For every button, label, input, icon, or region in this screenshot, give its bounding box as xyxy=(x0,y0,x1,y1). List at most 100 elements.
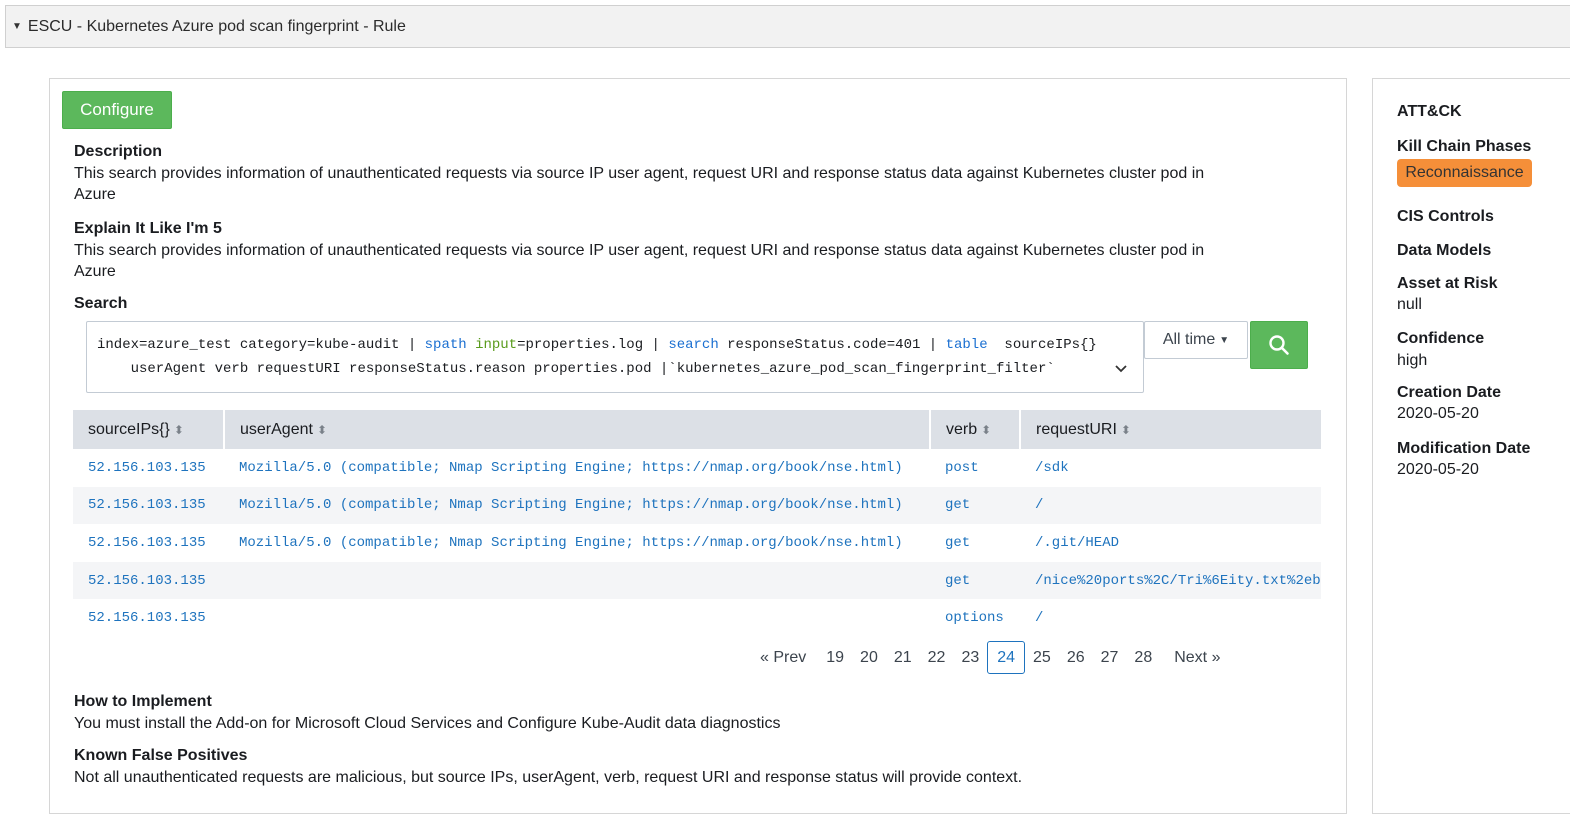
query-command-table: table xyxy=(945,337,988,353)
asset-at-risk-value: null xyxy=(1397,296,1422,313)
page-link[interactable]: 25 xyxy=(1025,641,1059,674)
results-table: sourceIPs{} ⬍ userAgent ⬍ verb ⬍ requestURI… xyxy=(73,410,1321,637)
cell-verb[interactable]: options xyxy=(930,599,1020,637)
panel-title: ESCU - Kubernetes Azure pod scan fingerp… xyxy=(27,17,406,35)
pagination-next[interactable]: Next » xyxy=(1160,641,1228,674)
kill-chain-title: Kill Chain Phases xyxy=(1397,138,1532,155)
cell-sourceip[interactable]: 52.156.103.135 xyxy=(73,561,224,600)
eli5-line-1: This search provides information of unau… xyxy=(74,242,1205,259)
time-range-label: All time xyxy=(1162,331,1216,348)
creation-date-title: Creation Date xyxy=(1397,384,1502,401)
attack-title: ATT&CK xyxy=(1397,103,1462,120)
table-header-row: sourceIPs{} ⬍ userAgent ⬍ verb ⬍ requestURI… xyxy=(73,410,1321,449)
page-link[interactable]: 27 xyxy=(1093,641,1127,674)
query-command-search: search xyxy=(668,337,719,353)
query-text: sourceIPs{} xyxy=(987,337,1097,353)
page-link[interactable]: 23 xyxy=(953,641,987,674)
sort-icon: ⬍ xyxy=(316,422,327,437)
cell-useragent[interactable]: Mozilla/5.0 (compatible; Nmap Scripting … xyxy=(224,449,930,487)
query-command-spath: spath xyxy=(424,337,467,353)
column-header-label: sourceIPs{} xyxy=(88,420,170,438)
cell-useragent[interactable]: Mozilla/5.0 (compatible; Nmap Scripting … xyxy=(224,486,930,525)
cell-requesturi[interactable]: / xyxy=(1020,599,1321,637)
cell-sourceip[interactable]: 52.156.103.135 xyxy=(73,449,224,487)
column-header-sourceips[interactable]: sourceIPs{} ⬍ xyxy=(73,410,225,449)
query-text: responseStatus.code=401 | xyxy=(718,337,946,353)
sort-icon: ⬍ xyxy=(173,422,184,437)
search-icon xyxy=(1269,335,1289,355)
known-false-positives-title: Known False Positives xyxy=(74,747,248,764)
cell-verb[interactable]: get xyxy=(930,561,1020,600)
cell-requesturi[interactable]: /sdk xyxy=(1020,449,1321,487)
query-text: =properties.log | xyxy=(517,337,669,353)
modification-date-value: 2020-05-20 xyxy=(1397,461,1479,478)
column-header-requesturi[interactable]: requestURI ⬍ xyxy=(1020,410,1321,449)
cis-controls-title: CIS Controls xyxy=(1397,208,1494,225)
table-row: 52.156.103.135 Mozilla/5.0 (compatible; … xyxy=(73,486,1321,525)
how-to-implement-title: How to Implement xyxy=(74,693,212,710)
cell-verb[interactable]: get xyxy=(930,524,1020,562)
pagination-prev[interactable]: « Prev xyxy=(752,641,818,674)
how-to-implement-text: You must install the Add-on for Microsof… xyxy=(74,715,781,732)
cell-verb[interactable]: get xyxy=(930,486,1020,525)
cell-useragent[interactable] xyxy=(224,599,930,637)
description-line-2: Azure xyxy=(74,186,116,203)
creation-date-value: 2020-05-20 xyxy=(1397,405,1479,422)
table-row: 52.156.103.135 options / xyxy=(73,599,1321,637)
page-link-active[interactable]: 24 xyxy=(987,641,1026,674)
page-link[interactable]: 19 xyxy=(818,641,852,674)
search-query-line-2: userAgent verb requestURI responseStatus… xyxy=(97,361,1055,377)
description-line-1: This search provides information of unau… xyxy=(74,165,1205,182)
time-range-picker[interactable]: All time ▼ xyxy=(1144,321,1248,359)
search-query-editor[interactable]: index=azure_test category=kube-audit | s… xyxy=(86,321,1144,393)
cell-verb[interactable]: post xyxy=(930,449,1020,487)
confidence-value: high xyxy=(1397,352,1428,369)
page-link[interactable]: 28 xyxy=(1126,641,1160,674)
collapse-caret-icon[interactable]: ▼ xyxy=(12,21,22,32)
known-false-positives-text: Not all unauthenticated requests are mal… xyxy=(74,769,1023,786)
cell-requesturi[interactable]: /nice%20ports%2C/Tri%6Eity.txt%2eb xyxy=(1020,561,1321,600)
page-link[interactable]: 21 xyxy=(886,641,920,674)
cell-useragent[interactable] xyxy=(224,561,930,600)
pagination: « Prev 19 20 21 22 23 24 25 26 27 28 Nex… xyxy=(752,641,1228,674)
eli5-line-2: Azure xyxy=(74,263,116,280)
kill-chain-badge: Reconnaissance xyxy=(1397,159,1532,187)
page-link[interactable]: 20 xyxy=(852,641,886,674)
description-text: This search provides information of unau… xyxy=(74,163,1204,205)
search-query-line-1: index=azure_test category=kube-audit | s… xyxy=(97,337,1097,353)
confidence-title: Confidence xyxy=(1397,330,1485,347)
column-header-label: verb xyxy=(946,420,978,438)
chevron-down-icon[interactable] xyxy=(1113,360,1129,376)
column-header-verb[interactable]: verb ⬍ xyxy=(930,410,1021,449)
page-link[interactable]: 22 xyxy=(920,641,954,674)
table-row: 52.156.103.135 get /nice%20ports%2C/Tri%… xyxy=(73,561,1321,600)
query-text xyxy=(467,337,475,353)
cell-sourceip[interactable]: 52.156.103.135 xyxy=(73,524,224,562)
eli5-text: This search provides information of unau… xyxy=(74,240,1204,282)
data-models-title: Data Models xyxy=(1397,242,1492,259)
caret-down-icon: ▼ xyxy=(1219,334,1230,346)
modification-date-title: Modification Date xyxy=(1397,440,1531,457)
configure-button[interactable]: Configure xyxy=(62,91,172,129)
sort-icon: ⬍ xyxy=(981,422,992,437)
run-search-button[interactable] xyxy=(1250,321,1308,369)
page-link[interactable]: 26 xyxy=(1059,641,1093,674)
cell-useragent[interactable]: Mozilla/5.0 (compatible; Nmap Scripting … xyxy=(224,524,930,562)
table-row: 52.156.103.135 Mozilla/5.0 (compatible; … xyxy=(73,524,1321,562)
column-header-label: requestURI xyxy=(1036,420,1117,438)
cell-sourceip[interactable]: 52.156.103.135 xyxy=(73,486,224,525)
query-argument-input: input xyxy=(475,337,518,353)
cell-sourceip[interactable]: 52.156.103.135 xyxy=(73,599,224,637)
cell-requesturi[interactable]: /.git/HEAD xyxy=(1020,524,1321,562)
panel-title-bar[interactable]: ▼ ESCU - Kubernetes Azure pod scan finge… xyxy=(5,5,1570,48)
cell-requesturi[interactable]: / xyxy=(1020,486,1321,525)
column-header-useragent[interactable]: userAgent ⬍ xyxy=(224,410,931,449)
query-text: index=azure_test category=kube-audit | xyxy=(97,337,425,353)
table-row: 52.156.103.135 Mozilla/5.0 (compatible; … xyxy=(73,449,1321,487)
description-title: Description xyxy=(74,143,163,160)
column-header-label: userAgent xyxy=(240,420,313,438)
eli5-title: Explain It Like I'm 5 xyxy=(74,220,222,237)
sort-icon: ⬍ xyxy=(1120,422,1131,437)
search-title: Search xyxy=(74,295,128,312)
asset-at-risk-title: Asset at Risk xyxy=(1397,275,1498,292)
